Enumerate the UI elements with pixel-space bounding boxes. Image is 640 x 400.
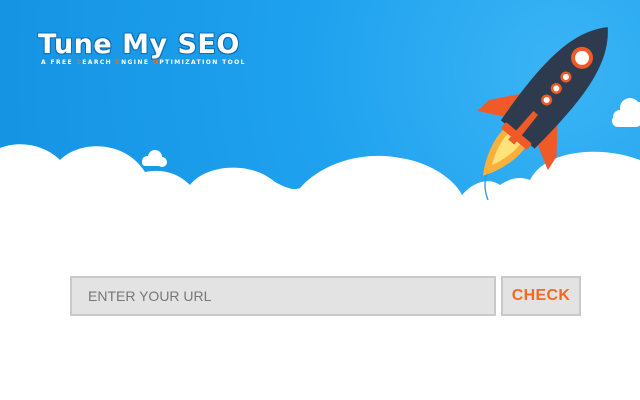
tagline-part: NGINE	[121, 59, 153, 66]
tagline-part: EARCH	[82, 59, 116, 66]
cloud-icon	[142, 150, 167, 167]
url-check-form: CHECK	[70, 276, 583, 316]
page: Tune My SEO A FREE SEARCH ENGINE OPTIMIZ…	[0, 0, 640, 400]
logo-tagline: A FREE SEARCH ENGINE OPTIMIZATION TOOL	[38, 59, 290, 66]
site-logo[interactable]: Tune My SEO A FREE SEARCH ENGINE OPTIMIZ…	[38, 29, 290, 67]
url-input[interactable]	[70, 276, 496, 316]
tagline-part: PTIMIZATION TOOL	[159, 59, 246, 66]
logo-title: Tune My SEO	[38, 29, 240, 60]
rocket-icon	[477, 27, 608, 176]
tagline-part: A FREE	[41, 59, 77, 66]
check-button[interactable]: CHECK	[501, 276, 581, 316]
